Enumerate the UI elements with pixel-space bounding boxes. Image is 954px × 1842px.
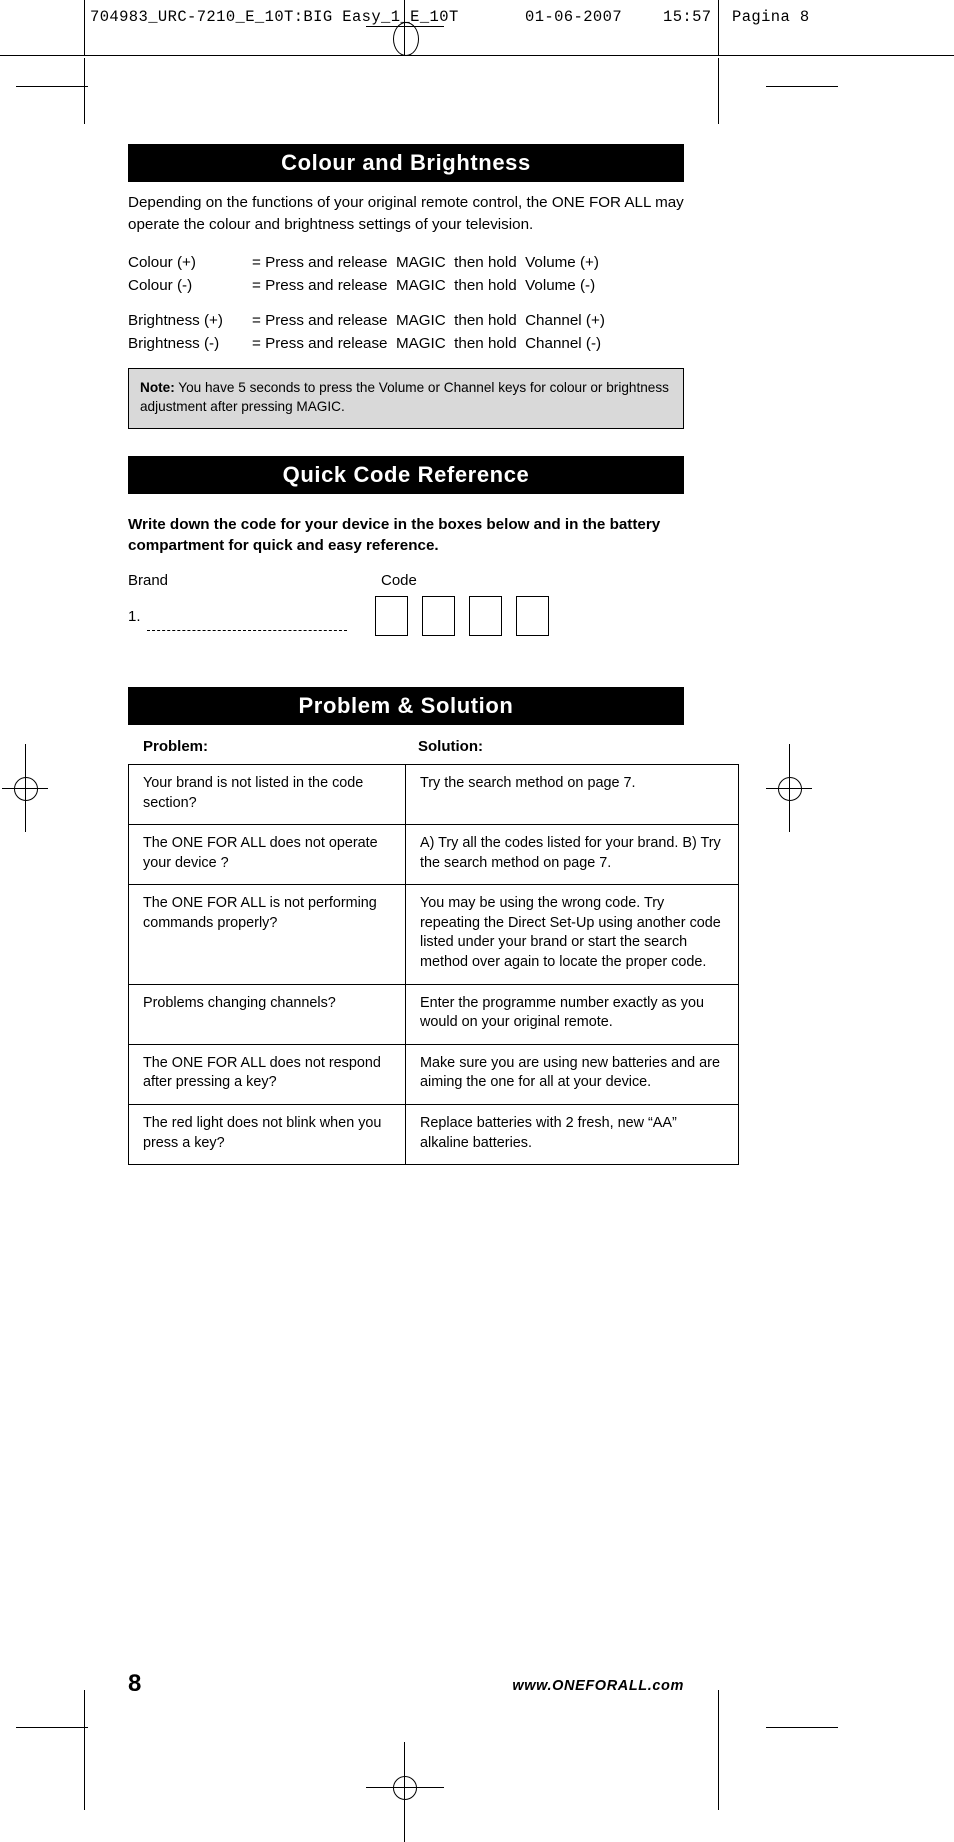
registration-mark-bottom-horizontal <box>366 1787 444 1788</box>
registration-mark-top <box>393 22 419 56</box>
registration-mark-left <box>14 777 38 801</box>
website-label: www.ONEFORALL.com <box>512 1678 684 1694</box>
solution-cell: Replace batteries with 2 fresh, new “AA”… <box>405 1103 739 1166</box>
crop-mark-bottom-right-vertical <box>718 1690 719 1810</box>
colour-brightness-intro: Depending on the functions of your origi… <box>128 194 684 233</box>
problem-solution-column-headers: Problem: Solution: <box>128 738 684 764</box>
problem-cell: The ONE FOR ALL does not respond after p… <box>128 1043 406 1105</box>
registration-mark-bottom-vertical <box>404 1742 405 1842</box>
entry-number: 1. <box>128 608 141 625</box>
solution-cell: A) Try all the codes listed for your bra… <box>405 824 739 886</box>
definition-value: = Press and release MAGIC then hold Chan… <box>252 334 602 352</box>
quick-code-lead-text: Write down the code for your device in t… <box>128 516 661 555</box>
registration-mark-top-vertical <box>404 0 405 56</box>
definition-row: Colour (+) = Press and release MAGIC the… <box>128 252 684 275</box>
document-page: 704983_URC-7210_E_10T:BIG Easy_1_E_10T 0… <box>0 0 954 1842</box>
slug-divider-left <box>84 0 85 56</box>
code-digit-box[interactable] <box>469 596 502 636</box>
registration-mark-right <box>778 777 802 801</box>
registration-mark-right-vertical <box>789 744 790 832</box>
table-row: The ONE FOR ALL does not respond after p… <box>128 1043 739 1105</box>
registration-mark-bottom <box>393 1776 417 1800</box>
definition-row: Brightness (-) = Press and release MAGIC… <box>128 333 684 356</box>
brand-write-in-line[interactable] <box>147 630 347 631</box>
definition-row: Brightness (+) = Press and release MAGIC… <box>128 310 684 333</box>
prepress-date: 01-06-2007 <box>525 8 623 26</box>
problem-cell: Your brand is not listed in the code sec… <box>128 763 406 826</box>
solution-cell: You may be using the wrong code. Try rep… <box>405 884 739 985</box>
crop-mark-bottom-left-vertical <box>84 1690 85 1810</box>
problem-cell: The ONE FOR ALL does not operate your de… <box>128 824 406 886</box>
section-heading-quick-code-reference: Quick Code Reference <box>128 456 684 495</box>
problem-cell: Problems changing channels? <box>128 983 406 1045</box>
solution-cell: Make sure you are using new batteries an… <box>405 1043 739 1105</box>
crop-mark-bottom-left-horizontal <box>16 1727 88 1728</box>
page-number: 8 <box>128 1670 142 1697</box>
definition-label: Brightness (+) <box>128 312 223 329</box>
problem-column-header: Problem: <box>143 738 209 755</box>
code-digit-box[interactable] <box>516 596 549 636</box>
code-digit-boxes <box>375 596 549 636</box>
prepress-slug: 704983_URC-7210_E_10T:BIG Easy_1_E_10T 0… <box>0 0 954 56</box>
note-box: Note: You have 5 seconds to press the Vo… <box>128 368 684 429</box>
note-text: You have 5 seconds to press the Volume o… <box>140 380 669 414</box>
table-row: Your brand is not listed in the code sec… <box>128 763 739 826</box>
table-row: The red light does not blink when you pr… <box>128 1103 739 1166</box>
code-column-label: Code <box>381 572 417 589</box>
quick-code-entry-row: 1. <box>128 594 684 640</box>
prepress-time: 15:57 <box>663 8 712 26</box>
registration-mark-left-vertical <box>25 744 26 832</box>
note-label: Note: <box>140 380 175 395</box>
problem-solution-table: Your brand is not listed in the code sec… <box>128 763 739 1166</box>
definition-label: Colour (+) <box>128 254 196 271</box>
solution-cell: Try the search method on page 7. <box>405 763 739 826</box>
definition-label: Colour (-) <box>128 276 193 294</box>
code-digit-box[interactable] <box>422 596 455 636</box>
definition-value: = Press and release MAGIC then hold Volu… <box>252 254 599 271</box>
slug-divider-right <box>718 0 719 56</box>
table-row: Problems changing channels? Enter the pr… <box>128 983 739 1045</box>
quick-code-labels: Brand Code <box>128 572 684 594</box>
definition-row: Colour (-) = Press and release MAGIC the… <box>128 275 684 298</box>
problem-cell: The red light does not blink when you pr… <box>128 1103 406 1166</box>
crop-mark-top-left-horizontal <box>16 86 88 87</box>
section-heading-colour-and-brightness: Colour and Brightness <box>128 144 684 183</box>
registration-mark-top-horizontal <box>366 26 444 27</box>
solution-column-header: Solution: <box>418 738 483 755</box>
definition-value: = Press and release MAGIC then hold Chan… <box>252 312 605 329</box>
brand-column-label: Brand <box>128 572 169 589</box>
slug-bottom-rule <box>0 55 954 56</box>
code-digit-box[interactable] <box>375 596 408 636</box>
prepress-page-label: Pagina 8 <box>732 8 810 26</box>
definition-value: = Press and release MAGIC then hold Volu… <box>252 276 596 294</box>
crop-mark-top-right-horizontal <box>766 86 838 87</box>
section-heading-problem-and-solution: Problem & Solution <box>128 687 684 726</box>
crop-mark-top-left-vertical <box>84 58 85 124</box>
table-row: The ONE FOR ALL does not operate your de… <box>128 824 739 886</box>
crop-mark-bottom-right-horizontal <box>766 1727 838 1728</box>
definition-label: Brightness (-) <box>128 334 220 352</box>
page-footer: 8 www.ONEFORALL.com <box>128 1660 684 1700</box>
problem-cell: The ONE FOR ALL is not performing comman… <box>128 884 406 985</box>
table-row: The ONE FOR ALL is not performing comman… <box>128 884 739 985</box>
solution-cell: Enter the programme number exactly as yo… <box>405 983 739 1045</box>
crop-mark-top-right-vertical <box>718 58 719 124</box>
